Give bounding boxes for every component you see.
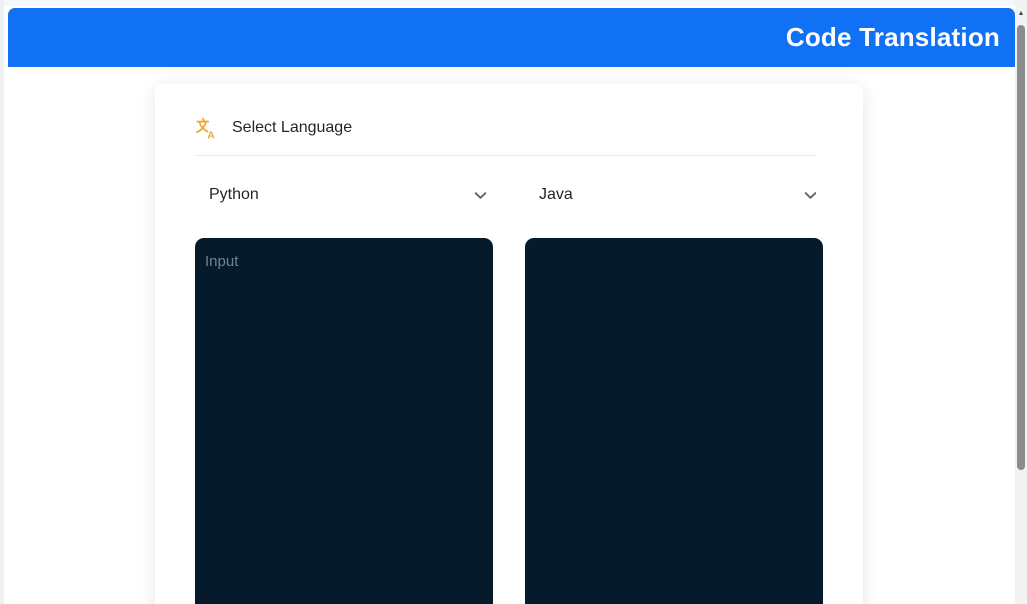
chevron-down-icon [472,187,489,204]
chevron-down-icon [802,187,819,204]
vertical-scrollbar[interactable]: ▲ [1015,0,1027,604]
language-section-header: A Select Language [195,114,823,142]
translate-icon: A [195,117,217,139]
code-output [525,238,823,604]
code-input[interactable] [195,238,493,604]
output-editor-panel [525,238,823,604]
source-language-select[interactable]: Python [195,180,493,210]
scrollbar-thumb[interactable] [1017,25,1025,470]
target-language-value: Java [539,186,573,204]
language-select-row: Python Java [195,180,823,210]
window-edge-top [0,0,1015,6]
section-heading: Select Language [232,119,352,137]
target-language-select[interactable]: Java [525,180,823,210]
source-language-value: Python [209,186,259,204]
page-title: Code Translation [786,22,1000,53]
divider [195,155,817,156]
scrollbar-up-icon[interactable]: ▲ [1015,6,1027,20]
window-edge-left [0,0,4,604]
translation-card: A Select Language Python Java [155,84,863,604]
input-editor-panel [195,238,493,604]
app-header: Code Translation [8,8,1015,67]
svg-text:A: A [207,129,215,139]
editor-row [195,238,823,604]
